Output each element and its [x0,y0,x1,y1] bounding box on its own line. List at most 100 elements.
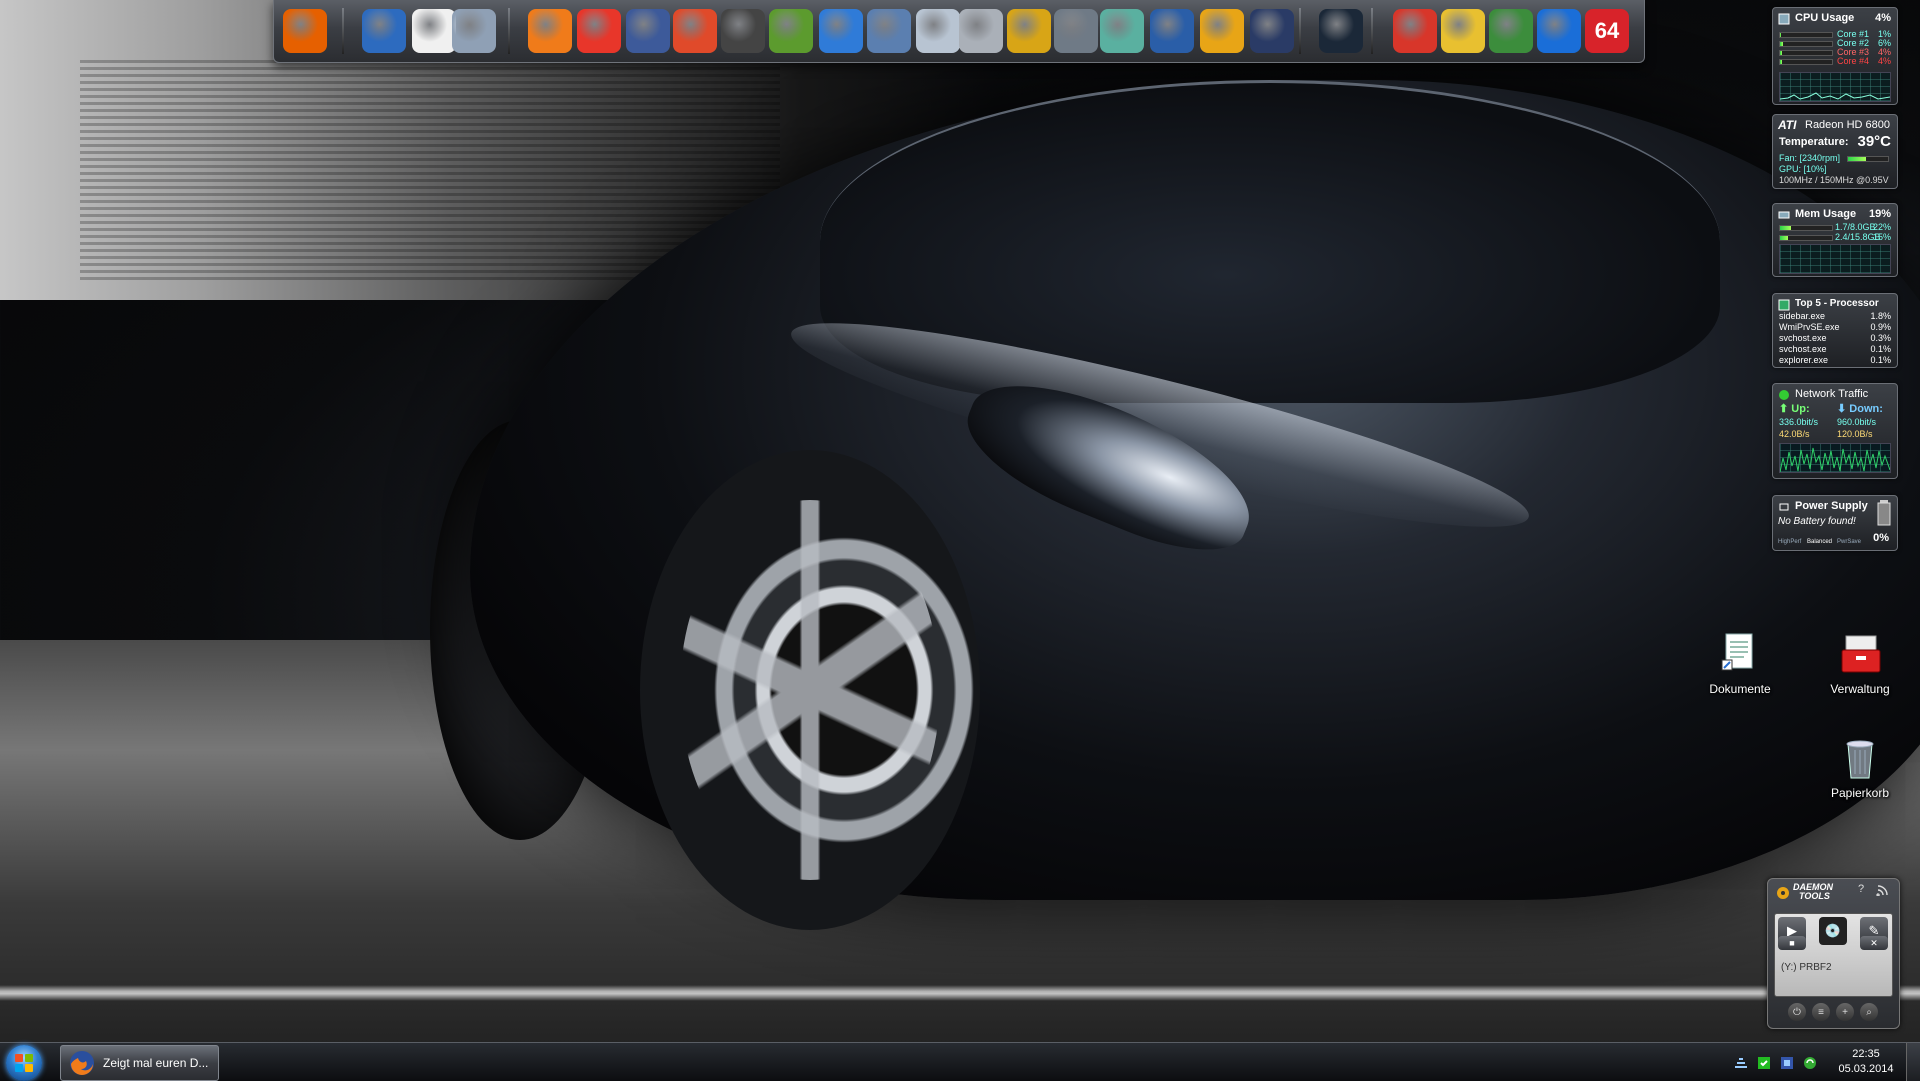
cpu-usage-gadget[interactable]: CPU Usage 4% Core #1 1% Core #2 6% Core #3 4%… [1772,7,1898,105]
desktop-wallpaper [0,0,1920,1080]
gpu-fan-bar [1847,156,1889,162]
process-cpu-value: 0.1% [1870,344,1891,354]
cpu-core-bar [1779,32,1833,38]
daemon-power-icon[interactable]: ⏻ [1788,1003,1806,1021]
thunderbird-icon[interactable] [362,9,406,53]
cpu-core-bar [1779,41,1833,47]
system-clock[interactable]: 22:35 05.03.2014 [1838,1047,1894,1077]
desktop-icon-papierkorb[interactable]: Papierkorb [1810,734,1910,800]
aida64-icon[interactable]: 64 [1585,9,1629,53]
process-cpu-value: 1.8% [1870,311,1891,321]
mem-value: 19% [1868,208,1891,220]
cpu-history-graph [1779,72,1891,102]
mem-history-graph [1779,244,1891,274]
process-name: svchost.exe [1779,344,1827,354]
notepad-icon[interactable] [412,9,456,53]
firefox-icon[interactable] [283,9,327,53]
power-tool-icon[interactable] [1200,9,1244,53]
network-tray-icon[interactable] [1733,1055,1749,1071]
flash-icon[interactable] [577,9,621,53]
connection-icon[interactable] [1100,9,1144,53]
update-tray-icon[interactable] [1756,1055,1772,1071]
taskbar: Zeigt mal euren D... 22:35 05.03.2014 [0,1042,1920,1081]
daemon-tools-gadget[interactable]: DAEMON TOOLS ? ▶ ■ 💿 ✎ ✕ (Y:) PRBF2 ⏻ ≡ +… [1767,878,1900,1029]
countdown-icon[interactable] [721,9,765,53]
app-dock: 64 [273,0,1645,63]
process-cpu-value: 0.1% [1870,355,1891,365]
windows-tool-icon[interactable] [1489,9,1533,53]
power-supply-gadget[interactable]: Power Supply No Battery found! 0% HighPe… [1772,495,1898,551]
network-tool-icon[interactable] [452,9,496,53]
desktop-icon-verwaltung[interactable]: Verwaltung [1810,630,1910,696]
desktop-icon-label: Verwaltung [1830,682,1890,696]
show-desktop-button[interactable] [1906,1043,1920,1081]
daemon-stop-button[interactable]: ■ [1778,936,1806,950]
drive-image-icon[interactable]: 💿 [1819,917,1847,945]
daemon-logo-icon [1777,887,1789,899]
image-editor-icon[interactable] [769,9,813,53]
recycle-bin-icon [1836,734,1884,782]
remote-desktop-icon[interactable] [867,9,911,53]
video-icon[interactable] [1250,9,1294,53]
toolbox-icon [1836,630,1884,678]
pulse-icon[interactable] [1150,9,1194,53]
gpu-load: GPU: [10%] [1779,164,1827,174]
process-cpu-value: 0.9% [1870,322,1891,332]
windows-logo-icon [15,1054,33,1072]
memory-icon [1778,211,1790,219]
cpu-icon [1778,13,1790,25]
power-plan-label[interactable]: Balanced [1807,537,1832,548]
power-plan-label[interactable]: PwrSave [1837,537,1861,548]
daemon-add-icon[interactable]: + [1836,1003,1854,1021]
gpu-gadget[interactable]: ATI Radeon HD 6800 Temperature: 39°C Fan… [1772,114,1898,189]
update-icon[interactable] [1537,9,1581,53]
power-plan-label[interactable]: HighPerf [1778,537,1801,548]
mem-row-pct: 15% [1872,232,1891,242]
scanner-icon[interactable] [959,9,1003,53]
desktop-icon-dokumente[interactable]: Dokumente [1690,630,1790,696]
cpu-core-bar [1779,59,1833,65]
network-up-total: 42.0B/s [1779,429,1810,439]
audio-icon[interactable] [1054,9,1098,53]
calculator-icon[interactable] [916,9,960,53]
cpu-core-label: Core #4 [1837,56,1870,66]
network-up-rate: 336.0bit/s [1779,417,1819,427]
chat-icon[interactable] [528,9,572,53]
aida64-label: 64 [1594,18,1620,43]
security-tray-icon[interactable] [1779,1055,1795,1071]
daemon-help-button[interactable]: ? [1854,883,1868,897]
process-cpu-value: 0.3% [1870,333,1891,343]
firefox-icon [70,1051,94,1075]
cpu-value: 4% [1875,12,1891,24]
cpu-title: CPU Usage [1795,12,1855,24]
cpu-core-value: 4% [1877,56,1891,66]
process-icon [1778,299,1790,311]
network-down-total: 120.0B/s [1837,429,1873,439]
network-history-graph [1779,443,1891,473]
desktop-icon-label: Dokumente [1709,682,1771,696]
clock-date: 05.03.2014 [1838,1063,1894,1075]
network-traffic-gadget[interactable]: Network Traffic ⬆ Up: ⬇ Down: 336.0bit/s… [1772,383,1898,479]
tasks-icon[interactable] [673,9,717,53]
top5-processor-gadget[interactable]: Top 5 - Processor sidebar.exe 1.8% WmiPrvS… [1772,293,1898,368]
ccleaner-icon[interactable] [1393,9,1437,53]
clock-time: 22:35 [1852,1048,1880,1060]
daemon-search-icon[interactable]: ⌕ [1860,1003,1878,1021]
mem-usage-gadget[interactable]: Mem Usage 19% 1.7/8.0GB 22% 2.4/15.8GB 15% [1772,203,1898,277]
mem-usage-bar [1779,235,1833,241]
gpu-title: Radeon HD 6800 [1805,119,1891,131]
sync-tray-icon[interactable] [1802,1055,1818,1071]
rss-icon[interactable] [1876,884,1890,896]
steam-icon[interactable] [1319,9,1363,53]
cloud-icon[interactable] [819,9,863,53]
start-button[interactable] [6,1045,42,1081]
lock-icon[interactable] [626,9,670,53]
daemon-remove-button[interactable]: ✕ [1860,936,1888,950]
daemon-drive-panel: ▶ ■ 💿 ✎ ✕ (Y:) PRBF2 [1774,913,1893,997]
network-down-label: ⬇ Down: [1837,403,1883,415]
daemon-tree-icon[interactable]: ≡ [1812,1003,1830,1021]
sync-icon[interactable] [1007,9,1051,53]
taskbar-firefox-window[interactable]: Zeigt mal euren D... [60,1045,219,1081]
disk-tool-icon[interactable] [1441,9,1485,53]
cpu-graph-line [1779,92,1891,100]
